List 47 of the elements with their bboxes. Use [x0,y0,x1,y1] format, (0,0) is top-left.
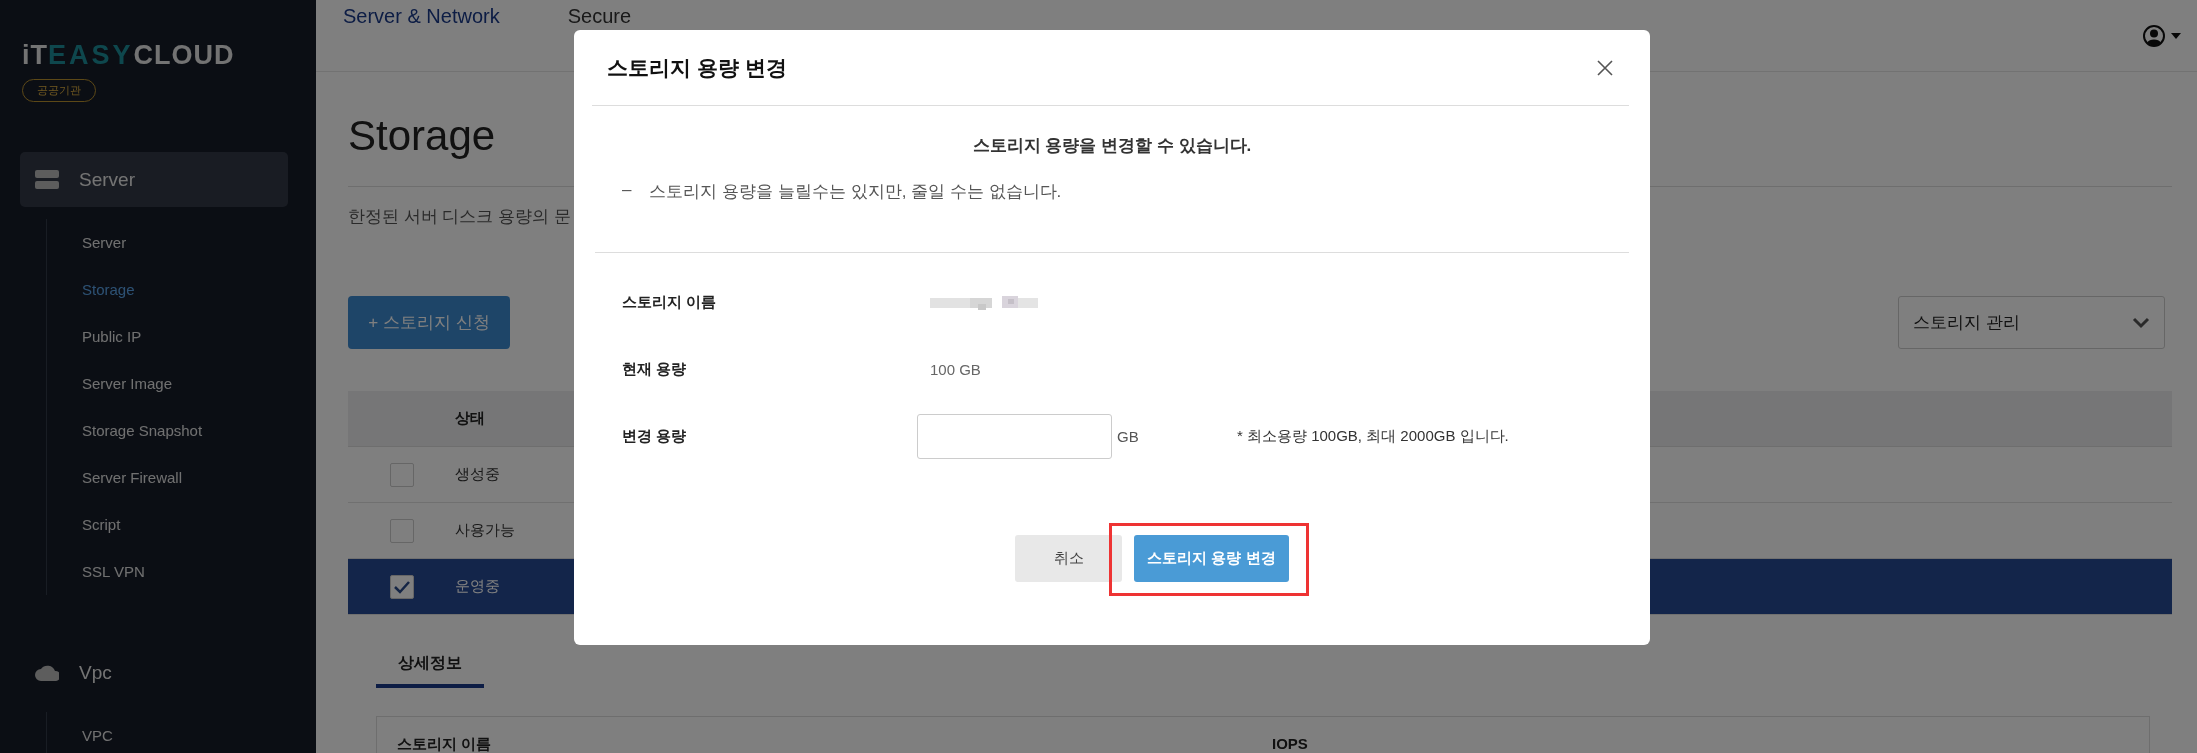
sidebar-item[interactable]: Storage [82,266,316,313]
bullet: – [622,180,632,201]
table-cell: 사용가능 [455,521,515,540]
note-text: 스토리지 용량을 늘릴수는 있지만, 줄일 수는 없습니다. [649,181,1062,203]
sidebar-item[interactable]: Server [82,219,316,266]
capacity-input[interactable] [917,414,1112,459]
field-label: IOPS [1272,735,1309,753]
cloud-icon [35,663,59,682]
top-tab[interactable]: Secure [567,5,632,28]
caret-icon [2171,32,2181,39]
row-checkbox[interactable] [389,462,414,487]
top-tab[interactable]: Server & Network [343,5,500,28]
page-title: Storage [348,112,496,161]
field-label: 스토리지 이름 [622,293,718,312]
confirm-button[interactable]: 스토리지 용량 변경 [1134,535,1289,582]
detail-tab[interactable]: 상세정보 [376,653,484,688]
nav-group[interactable]: Vpc [20,645,288,700]
dialog-title: 스토리지 용량 변경 [607,54,787,81]
sidebar-item[interactable]: Server Firewall [82,454,316,501]
hint-text: * 최소용량 100GB, 최대 2000GB 입니다. [1237,427,1509,446]
page-description: 한정된 서버 디스크 용량의 문 [348,206,572,228]
field-value: 100 GB [930,361,981,378]
sidebar-item[interactable]: Script [82,501,316,548]
storage-manage-dropdown[interactable]: 스토리지 관리 [1898,296,2165,349]
unit-label: GB [1117,428,1140,445]
field-label: 스토리지 이름 [397,735,493,753]
field-label: 변경 용량 [622,427,688,446]
user-avatar-icon [2143,24,2165,47]
close-icon [1597,59,1613,76]
server-icon [35,170,59,189]
row-checkbox[interactable] [389,518,414,543]
field-label: 현재 용량 [622,360,688,379]
row-checkbox[interactable] [389,574,414,599]
sidebar-item[interactable]: Storage Snapshot [82,407,316,454]
dialog-heading: 스토리지 용량을 변경할 수 있습니다. [971,135,1253,157]
add-storage-button[interactable]: + 스토리지 신청 [348,296,510,349]
nav-group[interactable]: Server [20,152,288,207]
column-header: 상태 [455,409,485,428]
sidebar-item[interactable]: Server Image [82,360,316,407]
sidebar-item[interactable]: VPC [82,712,316,753]
sidebar-item[interactable]: Public IP [82,313,316,360]
table-cell: 생성중 [455,465,500,484]
chevron-down-icon [2132,316,2150,329]
table-cell: 운영중 [455,577,500,596]
cancel-button[interactable]: 취소 [1015,535,1122,582]
brand-logo: iTEASYCLOUD [22,40,235,71]
sidebar-item[interactable]: SSL VPN [82,548,316,595]
